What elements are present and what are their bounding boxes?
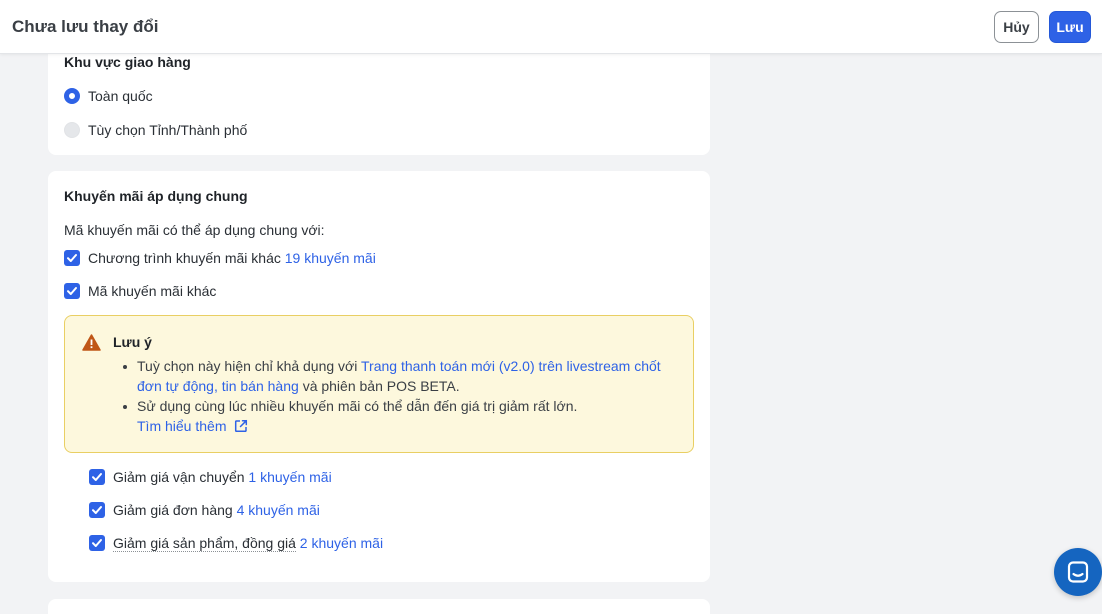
checkbox-other-codes[interactable] [64,283,80,299]
save-button[interactable]: Lưu [1049,11,1091,43]
note-bullet-2: Sử dụng cùng lúc nhiều khuyến mãi có thể… [137,398,578,414]
checkbox-shipping-discount[interactable] [89,469,105,485]
cancel-button[interactable]: Hủy [994,11,1039,43]
order-discount-count-link[interactable]: 4 khuyến mãi [237,502,320,518]
combine-description: Mã khuyến mãi có thể áp dụng chung với: [64,222,325,238]
product-discount-option: Giảm giá sản phẩm, đồng giá 2 khuyến mãi [113,535,383,552]
other-codes-label[interactable]: Mã khuyến mãi khác [88,283,216,299]
chat-button[interactable] [1054,548,1102,596]
radio-nationwide-label[interactable]: Toàn quốc [88,88,153,104]
learn-more-link[interactable]: Tìm hiểu thêm [137,416,248,436]
product-discount-count-link[interactable]: 2 khuyến mãi [300,535,383,551]
radio-custom-province-label[interactable]: Tùy chọn Tỉnh/Thành phố [88,122,247,138]
note-box: Lưu ý Tuỳ chọn này hiện chỉ khả dụng với… [64,315,694,453]
order-discount-option: Giảm giá đơn hàng 4 khuyến mãi [113,502,320,518]
other-programs-count-link[interactable]: 19 khuyến mãi [285,250,376,266]
radio-unselected-indicator[interactable] [64,122,80,138]
checkmark-icon [92,506,102,514]
shipping-discount-option: Giảm giá vận chuyển 1 khuyến mãi [113,469,332,485]
product-discount-label: Giảm giá sản phẩm, đồng giá [113,535,296,552]
checkmark-icon [92,473,102,481]
checkbox-other-programs[interactable] [64,250,80,266]
other-programs-option: Chương trình khuyến mãi khác 19 khuyến m… [88,250,376,266]
combine-promotions-card: Khuyến mãi áp dụng chung Mã khuyến mãi c… [48,171,710,582]
next-card [48,599,710,614]
page-title: Chưa lưu thay đổi [12,17,159,36]
external-link-icon[interactable] [234,419,248,433]
note-bullet-1: Tuỳ chọn này hiện chỉ khả dụng với Trang… [137,356,677,396]
warning-icon [82,334,101,351]
checkmark-icon [67,254,77,262]
radio-nationwide[interactable] [64,88,80,104]
bullet-dot [123,405,127,409]
checkbox-order-discount[interactable] [89,502,105,518]
checkmark-icon [67,287,77,295]
unsaved-changes-bar: Chưa lưu thay đổi Hủy Lưu [0,0,1102,54]
chat-icon [1067,561,1089,583]
shipping-discount-label: Giảm giá vận chuyển [113,469,245,485]
order-discount-label: Giảm giá đơn hàng [113,502,233,518]
note-bullet-1-suffix: và phiên bản POS BETA. [302,378,460,394]
checkbox-product-discount[interactable] [89,535,105,551]
shipping-area-heading: Khu vực giao hàng [64,54,191,70]
shipping-discount-count-link[interactable]: 1 khuyến mãi [248,469,331,485]
note-bullet-1-prefix: Tuỳ chọn này hiện chỉ khả dụng với [137,358,358,374]
other-programs-label: Chương trình khuyến mãi khác [88,250,281,266]
shipping-area-card: Khu vực giao hàng Toàn quốc Tùy chọn Tỉn… [48,44,710,155]
checkout-v2-link[interactable]: Trang thanh toán mới (v2.0) trên livestr… [361,358,630,374]
note-title: Lưu ý [113,334,152,350]
radio-custom-province[interactable] [64,122,80,138]
radio-selected-indicator[interactable] [64,88,80,104]
checkmark-icon [92,539,102,547]
learn-more-label[interactable]: Tìm hiểu thêm [137,418,226,434]
bullet-dot [123,365,127,369]
combine-heading: Khuyến mãi áp dụng chung [64,188,248,204]
